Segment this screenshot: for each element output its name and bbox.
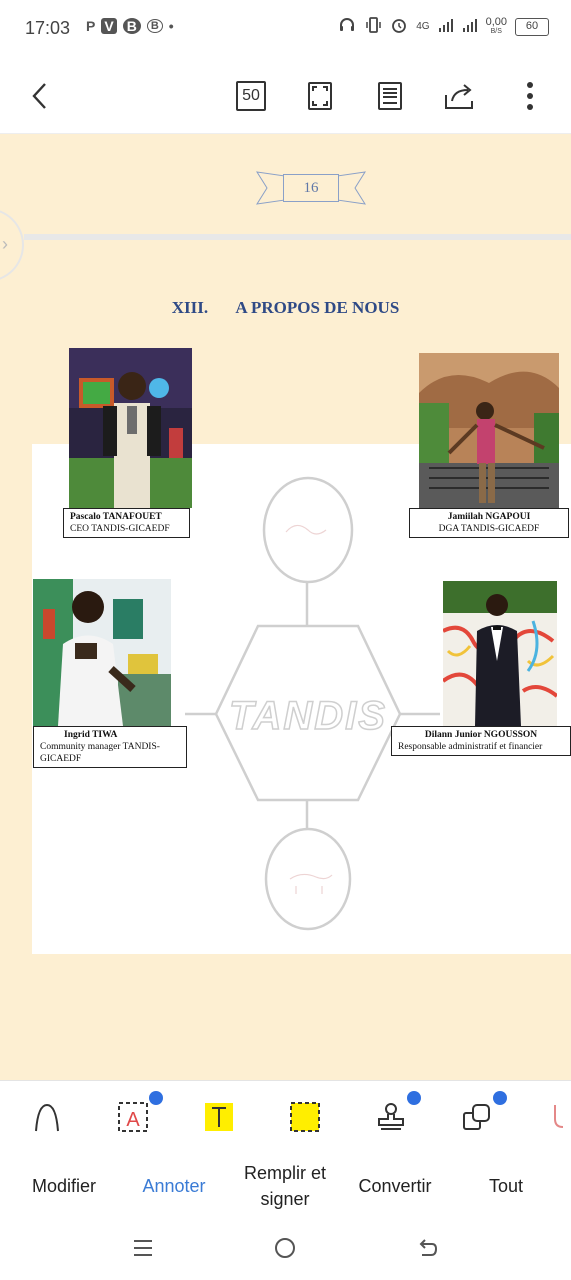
ink-tool[interactable] (27, 1097, 67, 1137)
more-options-button[interactable] (512, 78, 548, 114)
status-time: 17:03 (25, 18, 71, 38)
premium-badge-icon (407, 1091, 421, 1105)
tab-modifier[interactable]: Modifier (14, 1150, 114, 1222)
stamp-icon (378, 1103, 404, 1130)
menu-icon (134, 1240, 152, 1256)
svg-text:A: A (126, 1109, 140, 1131)
member-name-4: Dilann Junior NGOUSSON (424, 730, 538, 740)
signal-icon-2 (462, 17, 478, 36)
home-button[interactable] (273, 1236, 297, 1265)
chevron-left-icon (32, 83, 46, 109)
watermark-text: TANDIS (229, 694, 387, 738)
headset-icon (338, 16, 356, 37)
status-bar: 17:03 P V B B • 4G 0,00 B/S 60 (0, 0, 571, 58)
back-button[interactable] (22, 78, 58, 114)
text-highlight-tool[interactable] (199, 1097, 239, 1137)
member-role-1: CEO TANDIS-GICAEDF (70, 524, 170, 534)
notification-icons: P V B B • (86, 18, 174, 34)
member-photo-4 (443, 581, 557, 726)
premium-badge-icon (149, 1091, 163, 1105)
speed-unit: B/S (490, 27, 502, 35)
back-arrow-icon (419, 1239, 438, 1256)
tab-tout[interactable]: Tout (456, 1150, 556, 1222)
network-type: 4G (416, 21, 430, 32)
member-caption-4: Dilann Junior NGOUSSON Responsable admin… (391, 726, 571, 756)
home-circle-icon (275, 1238, 295, 1258)
system-nav-bar (0, 1222, 571, 1280)
tab-convertir[interactable]: Convertir (344, 1150, 446, 1222)
member-name-2: Jamiilah NGAPOUI (447, 512, 531, 522)
member-photo-3 (33, 579, 171, 726)
stamp-tool[interactable] (371, 1091, 421, 1137)
member-caption-3: Ingrid TIWA Community manager TANDIS-GIC… (33, 726, 187, 768)
shapes-icon (463, 1104, 490, 1130)
back-nav-button[interactable] (416, 1236, 440, 1265)
notification-dot: • (168, 18, 174, 34)
tab-remplir-et-signer[interactable]: Remplir et signer (230, 1150, 340, 1222)
member-photo-1 (69, 348, 192, 508)
system-icons: 4G 0,00 B/S 60 (338, 16, 549, 37)
member-name-1: Pascalo TANAFOUET (70, 512, 162, 522)
premium-badge-icon (493, 1091, 507, 1105)
vibrate-icon (364, 16, 382, 37)
reader-mode-button[interactable] (372, 78, 408, 114)
member-role-3: Community manager TANDIS-GICAEDF (40, 742, 160, 764)
member-caption-1: Pascalo TANAFOUET CEO TANDIS-GICAEDF (63, 508, 190, 538)
battery-icon: 60 (515, 17, 549, 36)
area-highlight-icon (290, 1102, 320, 1132)
text-highlight-icon (205, 1103, 233, 1131)
share-button[interactable] (442, 78, 478, 114)
underline-icon (554, 1105, 564, 1128)
member-role-4: Responsable administratif et financier (398, 742, 543, 752)
ink-icon (35, 1103, 59, 1132)
bottom-tabs: Modifier Annoter Remplir et signer Conve… (0, 1150, 571, 1222)
fullscreen-button[interactable] (302, 78, 338, 114)
member-role-2: DGA TANDIS-GICAEDF (438, 524, 540, 534)
alarm-icon (390, 16, 408, 37)
fullscreen-icon (308, 82, 332, 110)
annotation-tools: A (0, 1080, 571, 1150)
recent-apps-button[interactable] (131, 1236, 155, 1265)
text-box-icon: A (118, 1102, 148, 1132)
text-box-tool[interactable]: A (113, 1091, 163, 1137)
tab-annoter[interactable]: Annoter (124, 1150, 224, 1222)
underline-tool[interactable] (543, 1097, 571, 1137)
more-vert-icon (527, 82, 533, 110)
document-view[interactable]: 16 › XIII. A PROPOS DE NOUS TANDIS Pasca… (0, 134, 571, 1080)
page-count: 50 (236, 81, 266, 111)
member-name-3: Ingrid TIWA (64, 730, 118, 740)
member-caption-2: Jamiilah NGAPOUI DGA TANDIS-GICAEDF (409, 508, 569, 538)
top-toolbar: 50 (0, 58, 571, 134)
member-photo-2 (419, 353, 559, 510)
notification-icon-b2: B (146, 19, 163, 33)
notification-icon-b1: B (122, 18, 141, 34)
share-icon (445, 84, 473, 109)
page-count-button[interactable]: 50 (233, 78, 269, 114)
signal-icon (438, 17, 454, 36)
area-highlight-tool[interactable] (285, 1097, 325, 1137)
notification-icon-v: V (101, 18, 117, 34)
shapes-tool[interactable] (457, 1091, 507, 1137)
notification-icon-p: P (86, 18, 96, 34)
reader-mode-icon (378, 82, 402, 110)
data-speed: 0,00 B/S (485, 15, 507, 37)
speed-value: 0,00 (485, 15, 507, 28)
